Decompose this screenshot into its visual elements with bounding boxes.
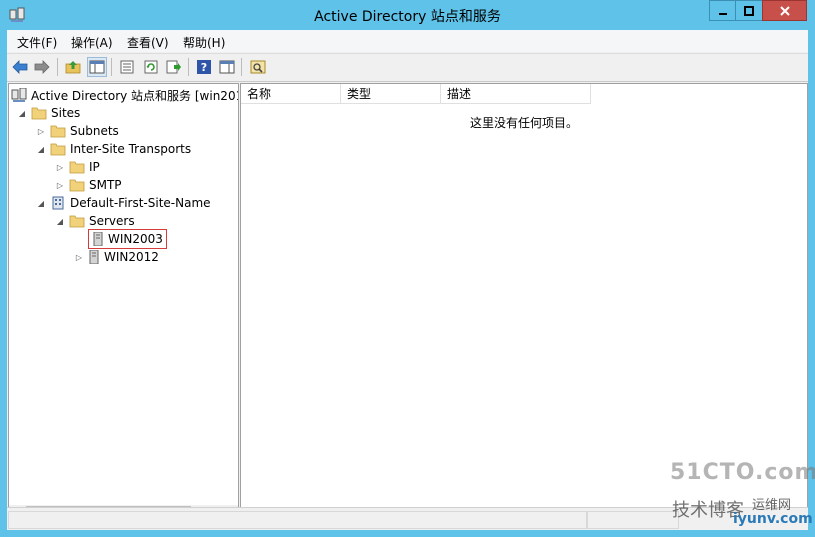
- tree-item-root[interactable]: Active Directory 站点和服务 [win201: [11, 86, 239, 104]
- refresh-icon: [144, 60, 158, 74]
- expand-arrow-icon[interactable]: ▷: [55, 180, 65, 190]
- tree-item-win2012[interactable]: ▷ WIN2012: [74, 248, 159, 266]
- column-header-name[interactable]: 名称: [241, 84, 341, 104]
- toolbar: ?: [7, 53, 808, 82]
- watermark-iyunv: iyunv.com: [733, 511, 813, 527]
- window-title: Active Directory 站点和服务: [314, 9, 501, 25]
- help-icon: ?: [197, 60, 211, 74]
- column-header-description[interactable]: 描述: [441, 84, 591, 104]
- expand-arrow-icon[interactable]: ▷: [55, 162, 65, 172]
- minimize-icon: [718, 12, 727, 15]
- tree-pane[interactable]: Active Directory 站点和服务 [win201 ◢ Sites ▷…: [8, 83, 239, 508]
- menu-view[interactable]: 查看(V): [127, 34, 169, 51]
- menu-file[interactable]: 文件(F): [17, 34, 57, 51]
- toolbar-separator: [57, 58, 58, 76]
- svg-text:?: ?: [201, 61, 207, 74]
- back-button[interactable]: [10, 57, 30, 77]
- properties-icon: [120, 60, 134, 74]
- collapse-arrow-icon[interactable]: ◢: [36, 198, 46, 208]
- tree-label-default-site: Default-First-Site-Name: [70, 196, 211, 210]
- details-pane[interactable]: 名称 类型 描述 这里没有任何项目。: [240, 83, 808, 508]
- export-list-icon: [166, 60, 181, 74]
- collapse-arrow-icon[interactable]: ◢: [55, 216, 65, 226]
- watermark-51cto: 51CTO.com: [670, 460, 815, 485]
- tree-label-servers: Servers: [89, 214, 135, 228]
- tree-item-ip[interactable]: ▷ IP: [55, 158, 100, 176]
- empty-list-message: 这里没有任何项目。: [469, 116, 578, 130]
- tree-item-inter-site-transports[interactable]: ◢ Inter-Site Transports: [36, 140, 191, 158]
- up-level-button[interactable]: [63, 57, 83, 77]
- server-icon: [93, 232, 103, 246]
- show-hide-tree-icon: [89, 60, 105, 74]
- folder-icon: [50, 143, 66, 156]
- title-bar[interactable]: Active Directory 站点和服务: [0, 0, 815, 30]
- maximize-icon: [744, 5, 754, 16]
- forward-button[interactable]: [32, 57, 52, 77]
- tree-item-sites[interactable]: ◢ Sites: [17, 104, 80, 122]
- action-pane-button[interactable]: [217, 57, 237, 77]
- tree-label-sites: Sites: [51, 106, 81, 120]
- toolbar-separator: [111, 58, 112, 76]
- find-icon: [250, 60, 266, 74]
- tree-label-inter-site: Inter-Site Transports: [70, 142, 192, 156]
- app-window: Active Directory 站点和服务 文件(F) 操作(A) 查看(V)…: [0, 0, 815, 537]
- menu-help[interactable]: 帮助(H): [183, 34, 225, 51]
- menu-action[interactable]: 操作(A): [71, 34, 113, 51]
- find-button[interactable]: [248, 57, 268, 77]
- forward-arrow-icon: [34, 60, 50, 74]
- maximize-button[interactable]: [735, 0, 763, 21]
- ad-sites-icon: [11, 88, 27, 102]
- toolbar-separator: [241, 58, 242, 76]
- tree-item-win2003[interactable]: WIN2003: [88, 229, 167, 249]
- collapse-arrow-icon[interactable]: ◢: [36, 144, 46, 154]
- status-segment: [8, 511, 587, 529]
- back-arrow-icon: [12, 60, 28, 74]
- tree-item-servers[interactable]: ◢ Servers: [55, 212, 135, 230]
- tree-label-win2003: WIN2003: [108, 232, 163, 246]
- folder-icon: [50, 125, 66, 138]
- refresh-button[interactable]: [141, 57, 161, 77]
- server-icon: [89, 250, 99, 264]
- tree-label-smtp: SMTP: [89, 178, 122, 192]
- folder-icon: [69, 179, 85, 192]
- help-button[interactable]: ?: [194, 57, 214, 77]
- column-header-type[interactable]: 类型: [341, 84, 441, 104]
- tree-item-smtp[interactable]: ▷ SMTP: [55, 176, 122, 194]
- action-pane-icon: [219, 60, 235, 74]
- tree-item-default-site[interactable]: ◢ Default-First-Site-Name: [36, 194, 211, 212]
- tree-label-win2012: WIN2012: [104, 250, 159, 264]
- tree-item-subnets[interactable]: ▷ Subnets: [36, 122, 119, 140]
- site-building-icon: [52, 196, 64, 210]
- expand-arrow-icon[interactable]: ▷: [74, 252, 84, 262]
- tree-label-root: Active Directory 站点和服务 [win201: [31, 88, 239, 103]
- show-hide-tree-button[interactable]: [87, 57, 107, 77]
- toolbar-separator: [188, 58, 189, 76]
- menu-bar: 文件(F) 操作(A) 查看(V) 帮助(H): [7, 30, 808, 52]
- expand-arrow-icon[interactable]: ▷: [36, 126, 46, 136]
- export-list-button[interactable]: [164, 57, 184, 77]
- folder-icon: [31, 107, 47, 120]
- client-area: 文件(F) 操作(A) 查看(V) 帮助(H) ? Active Directo…: [7, 30, 808, 530]
- status-segment: [587, 511, 679, 529]
- tree-label-subnets: Subnets: [70, 124, 119, 138]
- tree-label-ip: IP: [89, 160, 100, 174]
- folder-icon: [69, 161, 85, 174]
- folder-icon: [69, 215, 85, 228]
- up-folder-icon: [65, 61, 81, 74]
- collapse-arrow-icon[interactable]: ◢: [17, 108, 27, 118]
- properties-button[interactable]: [117, 57, 137, 77]
- close-icon: [779, 5, 790, 16]
- minimize-button[interactable]: [709, 0, 736, 21]
- close-button[interactable]: [762, 0, 807, 21]
